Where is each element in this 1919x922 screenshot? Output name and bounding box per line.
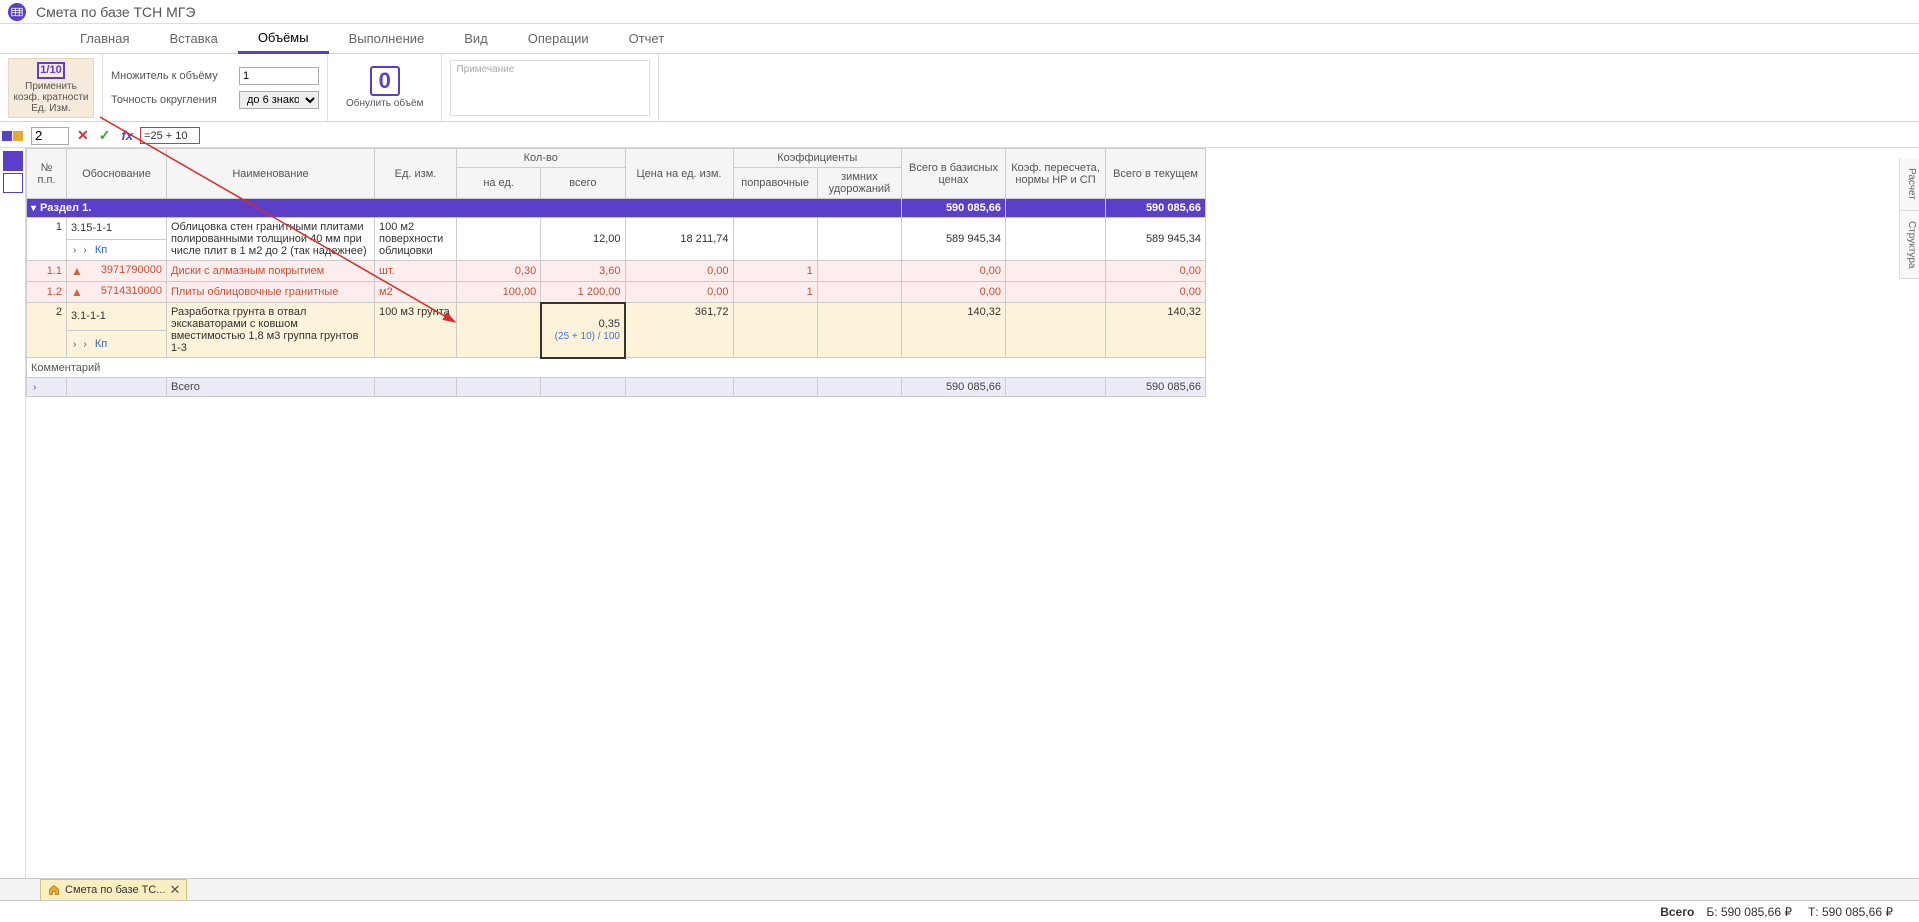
- document-tabs: Смета по базе ТС... ✕: [0, 878, 1919, 900]
- header-norm[interactable]: Коэф. пересчета, нормы НР и СП: [1006, 149, 1106, 199]
- fraction-icon: 1/10: [37, 62, 65, 79]
- status-bar: Всего Б: 590 085,66 ₽ Т: 590 085,66 ₽: [0, 900, 1919, 922]
- menu-report[interactable]: Отчет: [609, 25, 685, 52]
- apply-coef-button[interactable]: 1/10 Применить коэф. кратности Ед. Изм.: [8, 58, 94, 118]
- left-icon-strip: [0, 148, 26, 880]
- status-total-label: Всего: [1660, 905, 1694, 919]
- menu-view[interactable]: Вид: [444, 25, 508, 52]
- chevron-right-icon[interactable]: ›: [81, 339, 88, 350]
- fx-icon[interactable]: fx: [121, 128, 133, 143]
- table-row[interactable]: 1.1 ▲ 3971790000 Диски с алмазным покрыт…: [27, 261, 1206, 282]
- row-number-input[interactable]: [31, 127, 69, 145]
- menu-operations[interactable]: Операции: [508, 25, 609, 52]
- rounding-select[interactable]: до 6 знаков: [239, 91, 319, 109]
- zero-label: Обнулить объём: [346, 98, 423, 109]
- status-current-value: Т: 590 085,66 ₽: [1808, 905, 1893, 919]
- document-tab[interactable]: Смета по базе ТС... ✕: [40, 879, 187, 901]
- table-row[interactable]: 1 3.15-1-1 Облицовка стен гранитными пли…: [27, 218, 1206, 240]
- section-row[interactable]: ▾Раздел 1. 590 085,66 590 085,66: [27, 199, 1206, 218]
- table-row-selected[interactable]: 2 3.1-1-1 Разработка грунта в отвал экск…: [27, 303, 1206, 331]
- total-row[interactable]: › Всего 590 085,66 590 085,66: [27, 377, 1206, 396]
- close-icon[interactable]: ✕: [169, 882, 180, 898]
- layout-icon-1[interactable]: [2, 131, 12, 141]
- menu-volumes[interactable]: Объёмы: [238, 24, 329, 54]
- cancel-icon[interactable]: ✕: [74, 127, 92, 144]
- tab-structure[interactable]: Структура: [1900, 211, 1919, 279]
- header-coef-group[interactable]: Коэффициенты: [733, 149, 902, 168]
- menu-execution[interactable]: Выполнение: [329, 25, 445, 52]
- header-qty-unit[interactable]: на ед.: [457, 168, 541, 199]
- note-field[interactable]: Примечание: [450, 60, 650, 116]
- zero-icon: 0: [370, 66, 400, 96]
- table-row[interactable]: 1.2 ▲ 5714310000 Плиты облицовочные гран…: [27, 282, 1206, 303]
- grid[interactable]: № п.п. Обоснование Наименование Ед. изм.…: [26, 148, 1919, 880]
- header-qty-group[interactable]: Кол-во: [457, 149, 626, 168]
- chevron-down-icon[interactable]: ▾: [31, 203, 36, 214]
- menu-insert[interactable]: Вставка: [149, 25, 237, 52]
- view-icon-1[interactable]: [3, 151, 23, 171]
- zero-volume-button[interactable]: 0 Обнулить объём: [336, 64, 433, 111]
- multiplier-input[interactable]: [239, 67, 319, 85]
- formula-input[interactable]: [140, 127, 200, 144]
- header-unit[interactable]: Ед. изм.: [375, 149, 457, 199]
- layout-icon-2[interactable]: [13, 131, 23, 141]
- header-name[interactable]: Наименование: [167, 149, 375, 199]
- multiplier-label: Множитель к объёму: [111, 70, 231, 82]
- rounding-label: Точность округления: [111, 94, 231, 106]
- chevron-right-icon[interactable]: ›: [71, 245, 78, 256]
- app-icon: [8, 3, 26, 21]
- header-price[interactable]: Цена на ед. изм.: [625, 149, 733, 199]
- apply-coef-label: Применить коэф. кратности Ед. Изм.: [12, 81, 90, 114]
- menu-bar: Главная Вставка Объёмы Выполнение Вид Оп…: [0, 24, 1919, 54]
- header-base[interactable]: Всего в базисных ценах: [902, 149, 1006, 199]
- warning-icon: ▲: [71, 264, 83, 278]
- chevron-right-icon[interactable]: ›: [71, 339, 78, 350]
- header-qty-total[interactable]: всего: [541, 168, 625, 199]
- chevron-right-icon[interactable]: ›: [31, 382, 38, 393]
- header-curr[interactable]: Всего в текущем: [1106, 149, 1206, 199]
- tab-calculation[interactable]: Расчет: [1900, 158, 1919, 211]
- menu-main[interactable]: Главная: [60, 25, 149, 52]
- home-icon: [47, 884, 61, 896]
- header-coef-winter[interactable]: зимних удорожаний: [817, 168, 901, 199]
- app-title: Смета по базе ТСН МГЭ: [36, 4, 195, 20]
- formula-cell[interactable]: 0,35 (25 + 10) / 100: [541, 303, 625, 358]
- formula-bar: ✕ ✓ fx: [0, 124, 1919, 148]
- header-coef-corr[interactable]: поправочные: [733, 168, 817, 199]
- header-num[interactable]: № п.п.: [27, 149, 67, 199]
- header-basis[interactable]: Обоснование: [67, 149, 167, 199]
- ribbon: 1/10 Применить коэф. кратности Ед. Изм. …: [0, 54, 1919, 122]
- view-icon-2[interactable]: [3, 173, 23, 193]
- title-bar: Смета по базе ТСН МГЭ: [0, 0, 1919, 24]
- chevron-right-icon[interactable]: ›: [81, 245, 88, 256]
- warning-icon: ▲: [71, 285, 83, 299]
- status-base-value: Б: 590 085,66 ₽: [1706, 905, 1792, 919]
- comment-row[interactable]: Комментарий: [27, 358, 1206, 378]
- confirm-icon[interactable]: ✓: [96, 127, 114, 144]
- right-tabs: Расчет Структура: [1899, 158, 1919, 279]
